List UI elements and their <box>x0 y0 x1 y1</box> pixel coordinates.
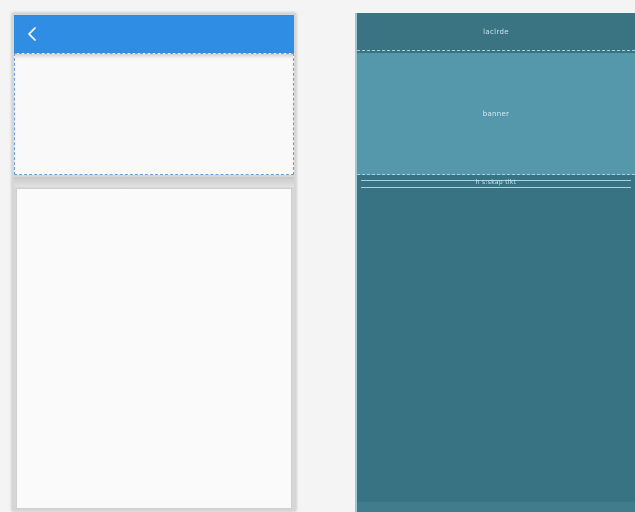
blueprint-preview[interactable]: laclrde banner h s:skap tlkt <box>355 13 635 512</box>
blueprint-app-bar[interactable]: laclrde <box>357 13 635 51</box>
blueprint-content[interactable] <box>357 189 635 499</box>
blueprint-app-bar-label: laclrde <box>483 28 509 36</box>
design-preview[interactable] <box>12 13 296 511</box>
app-bar[interactable] <box>14 15 294 53</box>
chevron-left-icon[interactable] <box>24 24 42 44</box>
tab-strip-placeholder[interactable] <box>14 177 294 187</box>
blueprint-tab-strip-label: h s:skap tlkt <box>475 179 517 186</box>
editor-canvas: laclrde banner h s:skap tlkt <box>0 0 635 512</box>
blueprint-banner[interactable]: banner <box>357 53 635 175</box>
blueprint-banner-label: banner <box>482 110 510 118</box>
content-placeholder[interactable] <box>16 188 292 509</box>
blueprint-bottom-edge <box>357 502 635 512</box>
blueprint-tab-strip[interactable]: h s:skap tlkt <box>361 179 631 188</box>
banner-placeholder[interactable] <box>14 53 294 175</box>
